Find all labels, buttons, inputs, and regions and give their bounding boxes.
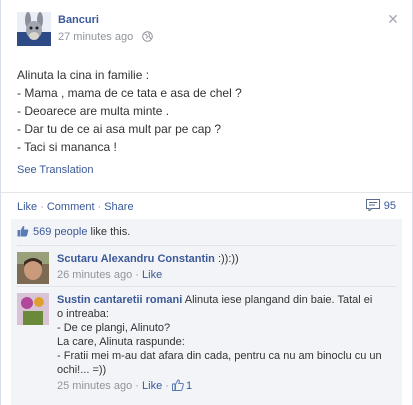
divider (1, 192, 412, 193)
avatar-photo-icon (17, 293, 49, 325)
post-line: - Taci si mananca ! (17, 140, 117, 154)
comment-item: Scutaru Alexandru Constantin :)):)) 26 m… (17, 245, 396, 286)
commenter-avatar[interactable] (17, 293, 49, 325)
comment-text-line: ochi!... =)) (57, 364, 107, 376)
commenter-avatar[interactable] (17, 252, 49, 284)
separator: · (135, 269, 139, 281)
post-line: - Mama , mama de ce tata e asa de chel ? (17, 86, 242, 100)
comment-content: Scutaru Alexandru Constantin :)):)) 26 m… (57, 252, 392, 282)
comment-text-line: - Fratii mei m-au dat afara din cada, pe… (57, 350, 382, 362)
post-line: - Dar tu de ce ai asa mult par pe cap ? (17, 122, 222, 136)
post-actions: Like · Comment · Share (17, 201, 134, 213)
comment-like-button[interactable]: Like (142, 380, 162, 392)
likes-summary: 569 people like this. (17, 225, 130, 243)
comment-text: :)):)) (214, 253, 239, 265)
comment-like-button[interactable]: Like (142, 269, 162, 281)
globe-icon[interactable] (142, 31, 154, 42)
comment-meta: 25 minutes ago · Like · 1 (57, 379, 392, 393)
like-button[interactable]: Like (17, 201, 37, 213)
post-header: Bancuri 27 minutes ago (17, 12, 397, 48)
see-translation-link[interactable]: See Translation (17, 164, 93, 176)
post-line: Alinuta la cina in familie : (17, 68, 150, 82)
like-count: 1 (186, 380, 193, 392)
likers-link[interactable]: 569 people (33, 226, 87, 238)
share-button[interactable]: Share (104, 201, 133, 213)
comment-content: Sustin cantaretii romani Alinuta iese pl… (57, 293, 392, 393)
comment-time[interactable]: 25 minutes ago (57, 380, 132, 392)
comment-item: Sustin cantaretii romani Alinuta iese pl… (17, 286, 396, 405)
comment-like-count[interactable]: 1 (172, 379, 193, 392)
comment-author[interactable]: Scutaru Alexandru Constantin (57, 253, 215, 265)
post-line: - Deoarece are multa minte . (17, 104, 170, 118)
separator: · (165, 380, 169, 392)
comments-count-link[interactable]: 95 (365, 199, 396, 212)
comment-text-line: o intreaba: (57, 308, 109, 320)
comment-meta: 26 minutes ago · Like (57, 268, 392, 282)
comments-count: 95 (383, 200, 396, 212)
comment-text: Alinuta iese plangand din baie. Tatal ei (182, 294, 373, 306)
post-text: Alinuta la cina in familie : - Mama , ma… (17, 66, 397, 156)
separator: · (97, 201, 102, 213)
comment-button[interactable]: Comment (47, 201, 95, 213)
comment-bubble-icon (365, 199, 380, 211)
thumbs-up-icon (172, 379, 184, 391)
thumbs-up-icon (17, 225, 29, 237)
facebook-post-card: Bancuri 27 minutes ago ✕ Alinuta la cina… (0, 0, 413, 405)
page-avatar[interactable] (17, 12, 51, 46)
comment-text-line: La care, Alinuta raspunde: (57, 336, 185, 348)
post-time[interactable]: 27 minutes ago (58, 31, 133, 43)
comment-text-line: - De ce plangi, Alinuto? (57, 322, 171, 334)
separator: · (135, 380, 139, 392)
comment-author[interactable]: Sustin cantaretii romani (57, 294, 182, 306)
comments-panel: 569 people like this. Scutaru Alexandru … (11, 219, 402, 405)
avatar-photo-icon (17, 252, 49, 284)
separator: · (40, 201, 44, 213)
post-timestamp: 27 minutes ago (58, 31, 154, 43)
likes-suffix: like this. (87, 226, 131, 238)
close-icon[interactable]: ✕ (386, 12, 400, 26)
donkey-avatar-icon (17, 12, 51, 46)
comment-time[interactable]: 26 minutes ago (57, 269, 132, 281)
page-name-link[interactable]: Bancuri (58, 14, 99, 26)
